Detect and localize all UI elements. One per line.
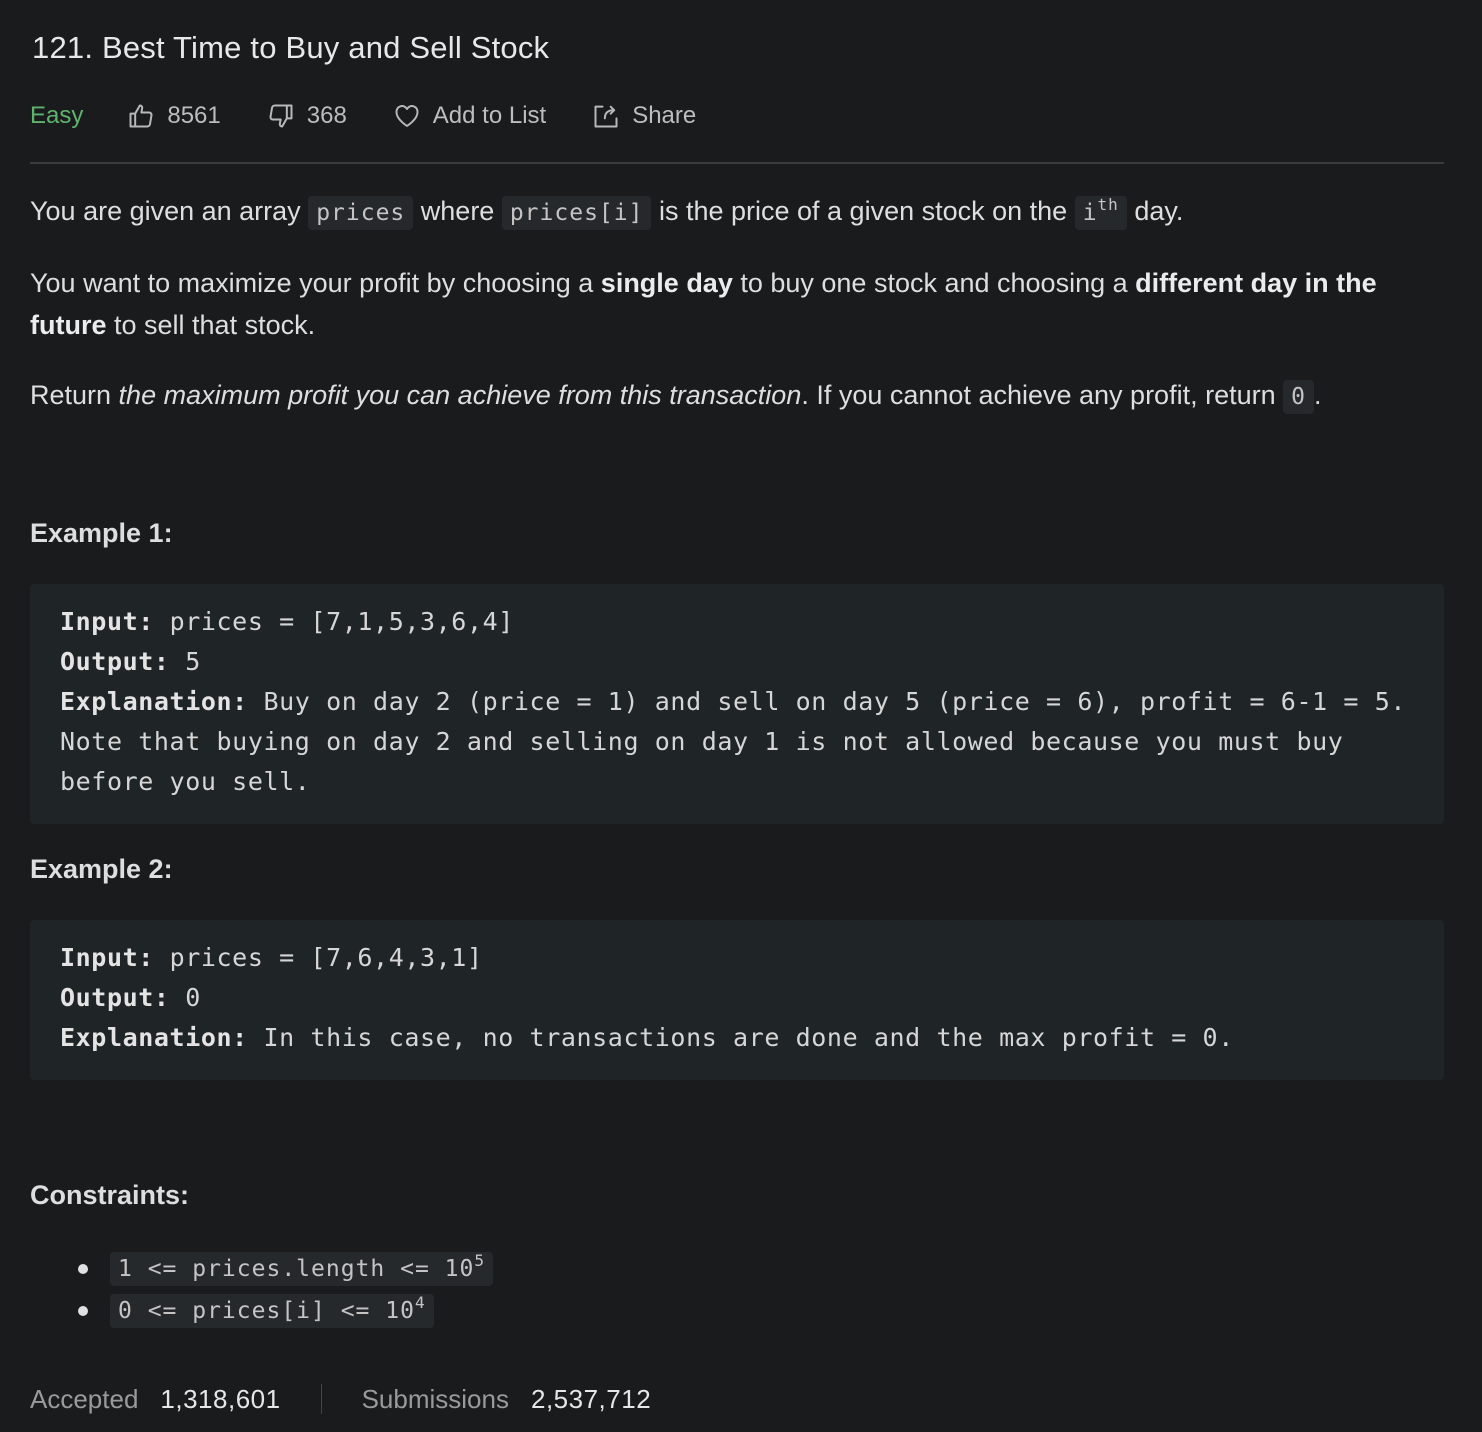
share-button[interactable]: Share — [592, 102, 696, 130]
code-text: 1 <= prices.length <= 10 — [118, 1256, 475, 1282]
input-value: prices = [7,1,5,3,6,4] — [153, 607, 514, 636]
constraint-item: 0 <= prices[i] <= 104 — [30, 1288, 493, 1330]
text: . If you cannot achieve any profit, retu… — [801, 380, 1284, 410]
example-2-title: Example 2: — [30, 854, 173, 884]
text: where — [413, 196, 502, 226]
share-label: Share — [632, 102, 697, 129]
example-1-block: Input: prices = [7,1,5,3,6,4] Output: 5 … — [30, 584, 1444, 824]
heart-icon — [395, 105, 419, 127]
text: You want to maximize your profit by choo… — [30, 268, 601, 298]
description-paragraph-3: Return the maximum profit you can achiev… — [30, 374, 1444, 418]
example-2-block: Input: prices = [7,6,4,3,1] Output: 0 Ex… — [30, 920, 1444, 1080]
text: to sell that stock. — [106, 310, 316, 340]
constraints-title: Constraints: — [30, 1180, 190, 1210]
thumbs-up-icon — [129, 104, 153, 128]
text: day. — [1126, 196, 1184, 226]
add-to-list-label: Add to List — [432, 102, 547, 129]
output-label: Output: — [60, 647, 170, 676]
inline-code: prices — [308, 196, 414, 230]
constraints-list: 1 <= prices.length <= 105 0 <= prices[i]… — [30, 1246, 493, 1330]
submissions-count: 2,537,712 — [530, 1383, 652, 1414]
like-count: 8561 — [167, 102, 221, 129]
text: to buy one stock and choosing a — [732, 268, 1136, 298]
inline-code: 0 — [1283, 380, 1314, 414]
submission-stats: Accepted 1,318,601 Submissions 2,537,712 — [30, 1378, 651, 1420]
code-text: 0 <= prices[i] <= 10 — [118, 1298, 415, 1324]
italic-text: the maximum profit you can achieve from … — [118, 380, 802, 410]
explanation-text: In this case, no transactions are done a… — [247, 1023, 1234, 1052]
text: You are given an array — [30, 196, 309, 226]
difficulty-badge: Easy — [30, 102, 84, 129]
dislike-count: 368 — [306, 102, 347, 129]
superscript: th — [1097, 195, 1119, 214]
share-icon — [594, 105, 618, 128]
text: Return — [30, 380, 119, 410]
explanation-text: Buy on day 2 (price = 1) and sell on day… — [60, 687, 1407, 796]
input-label: Input: — [60, 943, 154, 972]
accepted-label: Accepted — [30, 1383, 139, 1414]
input-label: Input: — [60, 607, 154, 636]
dislike-button[interactable]: 368 — [267, 102, 347, 130]
inline-code: 1 <= prices.length <= 105 — [110, 1252, 493, 1286]
text: is the price of a given stock on the — [651, 196, 1075, 226]
code-text: i — [1082, 200, 1098, 226]
inline-code: 0 <= prices[i] <= 104 — [110, 1294, 434, 1328]
problem-meta-bar: Easy 8561 368 Add to List Share — [30, 96, 742, 136]
problem-title: 121. Best Time to Buy and Sell Stock — [32, 30, 550, 65]
bold-text: single day — [600, 268, 733, 298]
submissions-label: Submissions — [361, 1383, 509, 1414]
stats-divider — [320, 1384, 322, 1414]
example-1-title: Example 1: — [30, 518, 173, 548]
output-label: Output: — [60, 983, 170, 1012]
output-value: 5 — [169, 647, 201, 676]
output-value: 0 — [169, 983, 201, 1012]
header-divider — [30, 162, 1444, 164]
text: . — [1313, 380, 1322, 410]
superscript: 4 — [414, 1293, 426, 1312]
inline-code: ith — [1074, 195, 1127, 230]
constraint-item: 1 <= prices.length <= 105 — [30, 1246, 493, 1288]
input-value: prices = [7,6,4,3,1] — [153, 943, 483, 972]
description-paragraph-2: You want to maximize your profit by choo… — [30, 262, 1444, 346]
thumbs-down-icon — [269, 104, 293, 128]
explanation-label: Explanation: — [60, 687, 248, 716]
description-paragraph-1: You are given an array prices where pric… — [30, 190, 1444, 234]
problem-description: You are given an array prices where pric… — [30, 190, 1444, 446]
accepted-count: 1,318,601 — [160, 1383, 281, 1414]
like-button[interactable]: 8561 — [127, 102, 221, 130]
explanation-label: Explanation: — [60, 1023, 248, 1052]
add-to-list-button[interactable]: Add to List — [393, 102, 546, 130]
superscript: 5 — [474, 1251, 485, 1270]
inline-code: prices[i] — [501, 196, 652, 230]
